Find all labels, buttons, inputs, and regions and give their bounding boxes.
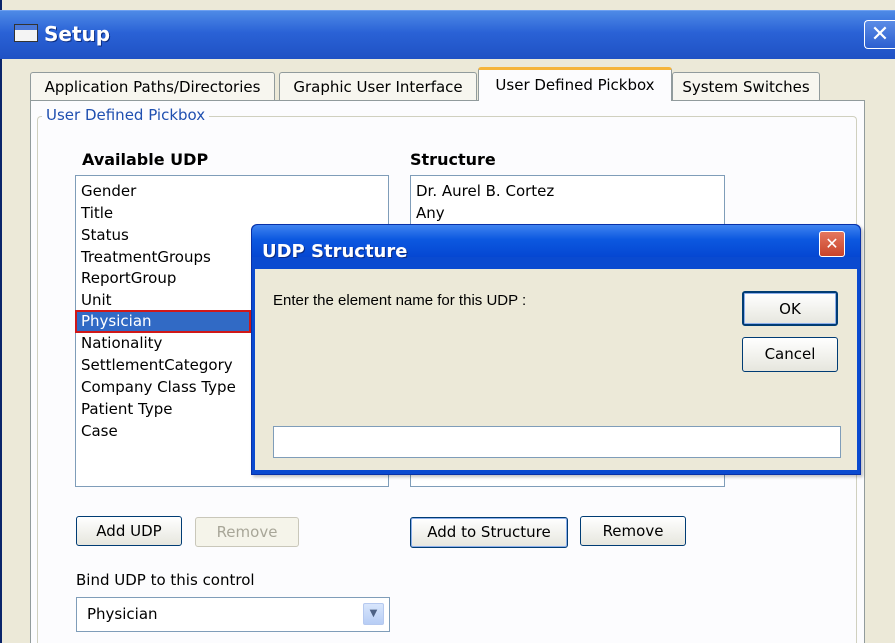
list-item[interactable]: Dr. Aurel B. Cortez [416,181,554,202]
remove-structure-button[interactable]: Remove [580,516,686,546]
close-icon[interactable]: ✕ [864,20,895,49]
remove-udp-button[interactable]: Remove [195,517,299,547]
list-item[interactable]: Gender [81,181,136,202]
bind-udp-select[interactable]: Physician ▼ [76,597,390,632]
element-name-input[interactable] [273,426,841,458]
group-title: User Defined Pickbox [42,106,210,124]
ok-button[interactable]: OK [742,291,838,326]
chevron-down-icon[interactable]: ▼ [363,603,384,625]
list-item[interactable]: Company Class Type [81,377,236,398]
list-item[interactable]: Status [81,225,129,246]
window-icon [14,24,38,42]
tab-user-defined-pickbox[interactable]: User Defined Pickbox [478,67,672,101]
available-udp-heading: Available UDP [82,150,209,169]
tab-application-paths[interactable]: Application Paths/Directories [30,72,275,100]
list-item[interactable]: Case [81,421,118,442]
list-item[interactable]: Title [81,203,113,224]
dialog-title: UDP Structure [262,241,408,262]
add-to-structure-button[interactable]: Add to Structure [410,517,568,548]
setup-titlebar[interactable] [0,10,895,59]
tab-graphic-user-interface[interactable]: Graphic User Interface [279,72,477,100]
dialog-prompt: Enter the element name for this UDP : [273,292,527,309]
dialog-close-icon[interactable]: ✕ [819,231,845,257]
list-item[interactable]: Unit [81,290,112,311]
list-item[interactable]: Nationality [81,333,162,354]
list-item-selected[interactable]: Physician [75,310,251,333]
list-item[interactable]: SettlementCategory [81,355,233,376]
bind-udp-label: Bind UDP to this control [76,571,255,589]
list-item[interactable]: Any [416,203,445,224]
window-title: Setup [44,22,111,46]
bind-udp-value: Physician [87,605,158,623]
cancel-button[interactable]: Cancel [742,337,838,372]
tab-system-switches[interactable]: System Switches [672,72,820,100]
list-item[interactable]: Patient Type [81,399,172,420]
add-udp-button[interactable]: Add UDP [76,516,182,546]
list-item[interactable]: TreatmentGroups [81,247,211,268]
structure-heading: Structure [410,150,496,169]
list-item[interactable]: ReportGroup [81,268,176,289]
